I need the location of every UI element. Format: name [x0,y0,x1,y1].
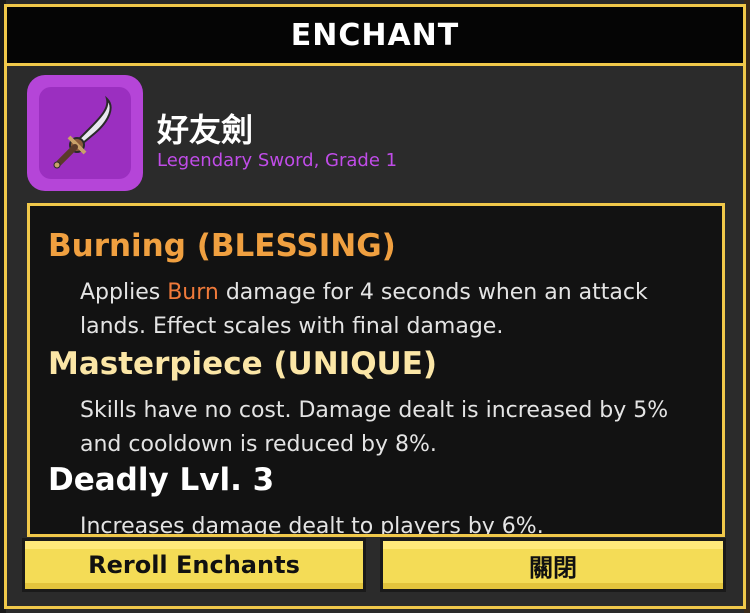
item-icon-frame [27,75,143,191]
enchant-desc-burning: Applies Burn damage for 4 seconds when a… [80,276,700,344]
enchant-desc-masterpiece: Skills have no cost. Damage dealt is inc… [80,398,669,457]
enchant-title-deadly: Deadly Lvl. 3 [48,462,275,498]
item-name: 好友劍 [157,111,254,149]
enchant-desc-text: Applies [80,280,168,305]
item-icon-background [39,87,131,179]
enchant-list[interactable]: Burning (BLESSING) Applies Burn damage f… [27,203,725,537]
burn-keyword: Burn [167,280,219,305]
title-bar: ENCHANT [7,7,743,66]
enchant-desc-deadly: Increases damage dealt to players by 6%. [80,514,544,537]
sword-icon [53,95,112,169]
reroll-enchants-button[interactable]: Reroll Enchants [22,538,366,592]
close-button[interactable]: 關閉 [380,538,726,592]
enchant-panel: ENCHANT 好友劍 Legendary Sword, Grade 1 Bur… [4,4,746,609]
enchant-title-burning: Burning (BLESSING) [48,228,396,264]
enchant-title-masterpiece: Masterpiece (UNIQUE) [48,346,438,382]
panel-title: ENCHANT [290,17,460,53]
item-rarity-grade: Legendary Sword, Grade 1 [157,150,398,171]
